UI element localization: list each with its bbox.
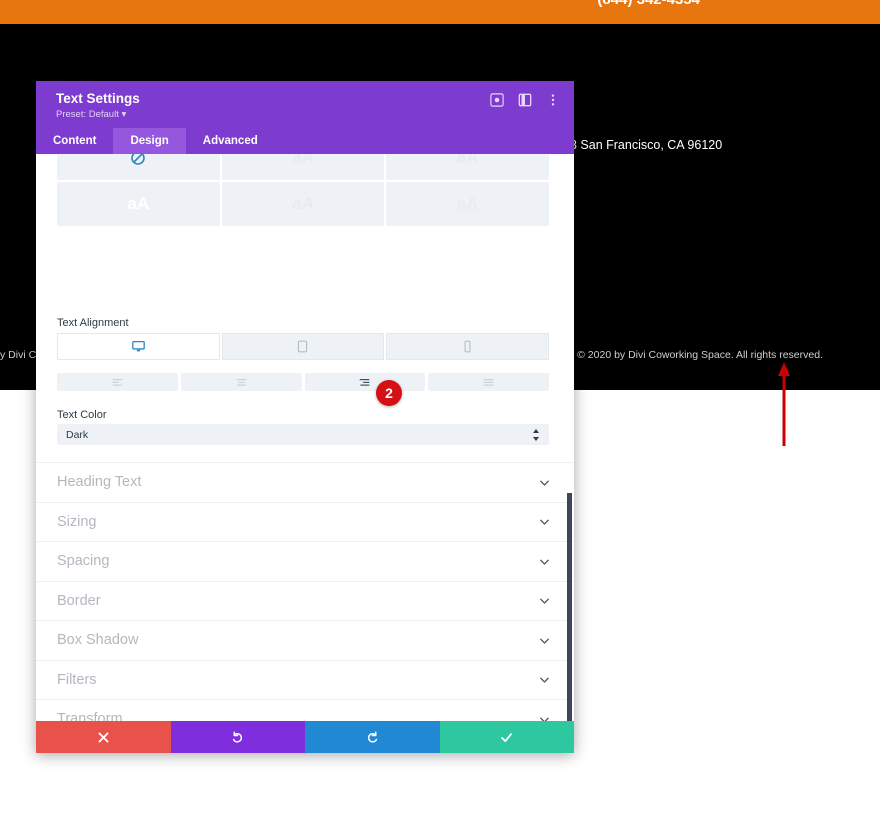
footer-address-text: 3 San Francisco, CA 96120 [570,138,723,152]
save-button[interactable] [439,721,574,753]
align-right-button[interactable] [304,373,426,391]
accordion-label: Sizing [57,513,97,530]
footer-copyright-right: © 2020 by Divi Coworking Space. All righ… [577,349,823,361]
accordion-sizing[interactable]: Sizing [36,503,574,542]
device-tablet-tab[interactable] [221,333,385,360]
accordion-filters[interactable]: Filters [36,661,574,700]
desktop-icon [131,340,145,352]
chevron-down-icon [539,480,550,486]
chevron-down-icon [539,677,550,684]
panel-layout-icon[interactable] [518,93,532,107]
text-alignment-label: Text Alignment [57,317,129,329]
responsive-device-tabs [57,333,549,360]
annotation-arrow-up [778,362,790,446]
select-arrows-icon [533,428,539,441]
accordion-label: Filters [57,671,97,688]
align-left-button[interactable] [57,373,178,391]
text-style-strikethrough-button[interactable] [57,154,220,180]
close-icon [98,732,109,742]
accordion-transform[interactable]: Transform [36,700,574,721]
align-justify-icon [483,378,494,386]
accordion-box-shadow[interactable]: Box Shadow [36,621,574,661]
site-top-bar: (844) 342-4354 [0,0,880,24]
tab-design[interactable]: Design [113,128,186,154]
text-alignment-options [57,373,549,391]
modal-body: aA aA aA aA aA Text Alignment 2 Text Col… [36,154,574,721]
accordion-heading-text[interactable]: Heading Text [36,463,574,503]
modal-tabs: Content Design Advanced [36,128,574,154]
align-right-icon [360,378,370,386]
accordion-label: Box Shadow [57,632,139,649]
redo-icon [367,730,377,743]
align-justify-button[interactable] [428,373,549,391]
undo-button[interactable] [170,721,305,753]
text-style-smallcaps-button[interactable]: aA [386,154,549,180]
device-desktop-tab[interactable] [57,333,220,360]
tab-advanced[interactable]: Advanced [186,128,275,154]
align-center-button[interactable] [180,373,302,391]
chevron-down-icon [539,717,550,721]
text-style-italic-button[interactable]: aA [221,182,385,226]
design-accordion: Heading Text Sizing Spacing Border Box S… [36,462,574,721]
focus-target-icon[interactable] [490,93,504,107]
accordion-label: Heading Text [57,474,142,491]
tablet-icon [298,340,308,353]
chevron-down-icon [539,638,550,644]
accordion-label: Border [57,592,101,609]
text-style-underline-label: aA [456,194,479,213]
tab-content[interactable]: Content [36,128,113,154]
text-style-uppercase-button[interactable]: aA [221,154,385,180]
accordion-label: Transform [57,711,123,721]
modal-scrollbar-thumb[interactable] [567,493,572,721]
modal-footer-actions [36,721,574,753]
strikethrough-icon [131,154,146,165]
accordion-border[interactable]: Border [36,582,574,621]
check-icon [501,732,513,742]
annotation-badge-2: 2 [376,380,402,406]
text-color-value: Dark [66,428,89,441]
screenshot-root: (844) 342-4354 Formulas Address 3 San Fr… [0,0,880,828]
more-vertical-icon[interactable] [546,93,560,107]
chevron-down-icon [539,559,550,565]
phone-icon [464,340,471,353]
redo-button[interactable] [305,721,440,753]
text-color-label: Text Color [57,409,107,421]
text-settings-modal: Text Settings Preset: Default ▾ Content … [36,81,574,753]
accordion-spacing[interactable]: Spacing [36,542,574,582]
cancel-button[interactable] [36,721,171,753]
modal-title: Text Settings [56,91,140,106]
text-style-grid: aA aA aA aA aA [57,154,549,226]
device-phone-tab[interactable] [386,333,549,360]
align-center-icon [236,378,246,386]
chevron-down-icon [539,598,550,605]
site-phone-number[interactable]: (844) 342-4354 [597,0,700,8]
modal-header: Text Settings Preset: Default ▾ [36,81,574,128]
chevron-down-icon [539,519,550,526]
text-color-select[interactable]: Dark [57,424,549,445]
accordion-label: Spacing [57,553,110,570]
text-style-bold-button[interactable]: aA [57,182,220,226]
undo-icon [233,730,243,743]
modal-preset-selector[interactable]: Preset: Default ▾ [56,109,126,120]
modal-header-icons [490,93,560,107]
align-left-icon [112,378,123,386]
text-style-underline-button[interactable]: aA [386,182,549,226]
text-style-italic-label: aA [292,194,314,213]
